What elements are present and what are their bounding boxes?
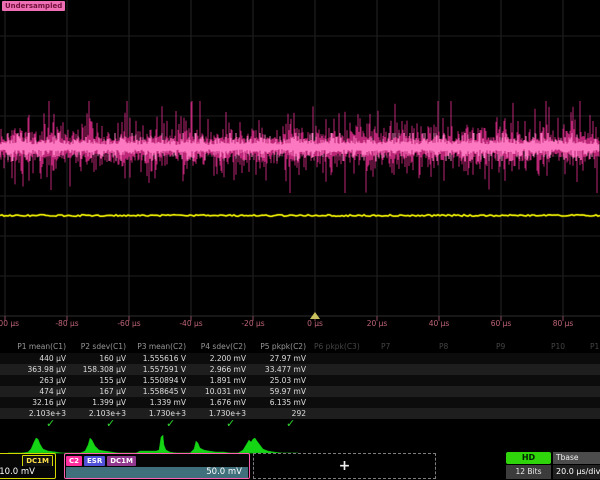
param-value-cell: 155 µV [66, 376, 126, 385]
param-column-header-inactive[interactable]: P10 [551, 342, 565, 351]
param-value-cell: 2.966 mV [186, 365, 246, 374]
status-check-icon: ✓ [286, 417, 295, 430]
timebase-value: 20.0 µs/div [553, 465, 600, 479]
param-value-cell: 32.16 µV [6, 398, 66, 407]
plus-icon: + [339, 459, 351, 473]
param-value-cell: 25.03 mV [246, 376, 306, 385]
param-value-cell: 1.891 mV [186, 376, 246, 385]
waveform-grid[interactable]: Undersampled -100 µs -80 µs -60 µs -40 µs -2… [0, 0, 600, 340]
param-column-header[interactable]: P3 mean(C2) [126, 342, 186, 351]
param-value-cell: 363.98 µV [6, 365, 66, 374]
c2-coupling-badge: DC1M [107, 456, 136, 466]
param-value-cell: 160 µV [66, 354, 126, 363]
oscilloscope-screen: Undersampled -100 µs -80 µs -60 µs -40 µs -2… [0, 0, 600, 480]
param-column-header[interactable]: P5 pkpk(C2) [246, 342, 306, 351]
param-column-header[interactable]: P2 sdev(C1) [66, 342, 126, 351]
hd-mode-badge: HD [506, 452, 551, 464]
param-column-header-inactive[interactable]: P9 [496, 342, 505, 351]
undersampled-warning-badge: Undersampled [2, 1, 65, 11]
param-value-cell: 1.730e+3 [186, 409, 246, 418]
time-axis-tick-label: -60 µs [117, 319, 140, 328]
param-value-cell: 2.200 mV [186, 354, 246, 363]
hd-bits-label: 12 Bits [506, 465, 551, 479]
c1-scale-value: 10.0 mV [0, 466, 55, 478]
param-value-cell: 1.676 mV [186, 398, 246, 407]
time-axis-tick-label: -80 µs [55, 319, 78, 328]
status-check-icon: ✓ [166, 417, 175, 430]
time-axis-tick-label: 60 µs [491, 319, 512, 328]
param-value-cell: 59.97 mV [246, 387, 306, 396]
add-trace-button[interactable]: + [253, 453, 436, 479]
param-value-cell: 33.477 mV [246, 365, 306, 374]
channel-c1-descriptor[interactable]: C1 DC1M 10.0 mV [0, 453, 56, 479]
time-axis-tick-label: -40 µs [179, 319, 202, 328]
param-column-header-inactive[interactable]: P8 [439, 342, 448, 351]
param-column-header-inactive[interactable]: P6 pkpk(C3) [314, 342, 360, 351]
time-axis-tick-label: 0 µs [307, 319, 323, 328]
param-value-cell: 27.97 mV [246, 354, 306, 363]
c2-esr-badge: ESR [84, 456, 105, 466]
trigger-position-icon[interactable] [310, 312, 320, 319]
param-value-cell: 1.558645 V [126, 387, 186, 396]
param-column-header[interactable]: P1 mean(C1) [6, 342, 66, 351]
param-value-cell: 263 µV [6, 376, 66, 385]
time-axis-tick-label: 40 µs [429, 319, 450, 328]
param-value-cell: 1.730e+3 [126, 409, 186, 418]
param-value-cell: 292 [246, 409, 306, 418]
param-column-header-inactive[interactable]: P7 [381, 342, 390, 351]
param-value-cell: 2.103e+3 [66, 409, 126, 418]
param-column-header[interactable]: P4 sdev(C2) [186, 342, 246, 351]
param-value-cell: 2.103e+3 [6, 409, 66, 418]
param-value-cell: 1.399 µV [66, 398, 126, 407]
param-value-cell: 158.308 µV [66, 365, 126, 374]
param-value-cell: 1.557591 V [126, 365, 186, 374]
timebase-title: Tbase [553, 452, 600, 464]
param-value-cell: 10.031 mV [186, 387, 246, 396]
timebase-descriptor[interactable]: Tbase 20.0 µs/div [553, 452, 600, 479]
time-axis-tick-label: -100 µs [0, 319, 19, 328]
param-value-cell: 1.555616 V [126, 354, 186, 363]
param-value-cell: 474 µV [6, 387, 66, 396]
channel-c2-descriptor[interactable]: C2 ESR DC1M 50.0 mV [64, 453, 250, 479]
time-axis-tick-label: 80 µs [553, 319, 574, 328]
status-check-icon: ✓ [106, 417, 115, 430]
param-value-cell: 1.339 mV [126, 398, 186, 407]
time-axis-tick-label: 20 µs [367, 319, 388, 328]
param-value-cell: 167 µV [66, 387, 126, 396]
param-value-cell: 6.135 mV [246, 398, 306, 407]
c2-label: C2 [66, 456, 82, 466]
c1-coupling-badge: DC1M [22, 455, 53, 467]
c2-scale-value: 50.0 mV [66, 467, 248, 478]
param-value-cell: 1.550894 V [126, 376, 186, 385]
status-check-icon: ✓ [46, 417, 55, 430]
param-column-header-inactive[interactable]: P11 [590, 342, 600, 351]
status-check-icon: ✓ [226, 417, 235, 430]
time-axis-tick-label: -20 µs [241, 319, 264, 328]
param-value-cell: 440 µV [6, 354, 66, 363]
